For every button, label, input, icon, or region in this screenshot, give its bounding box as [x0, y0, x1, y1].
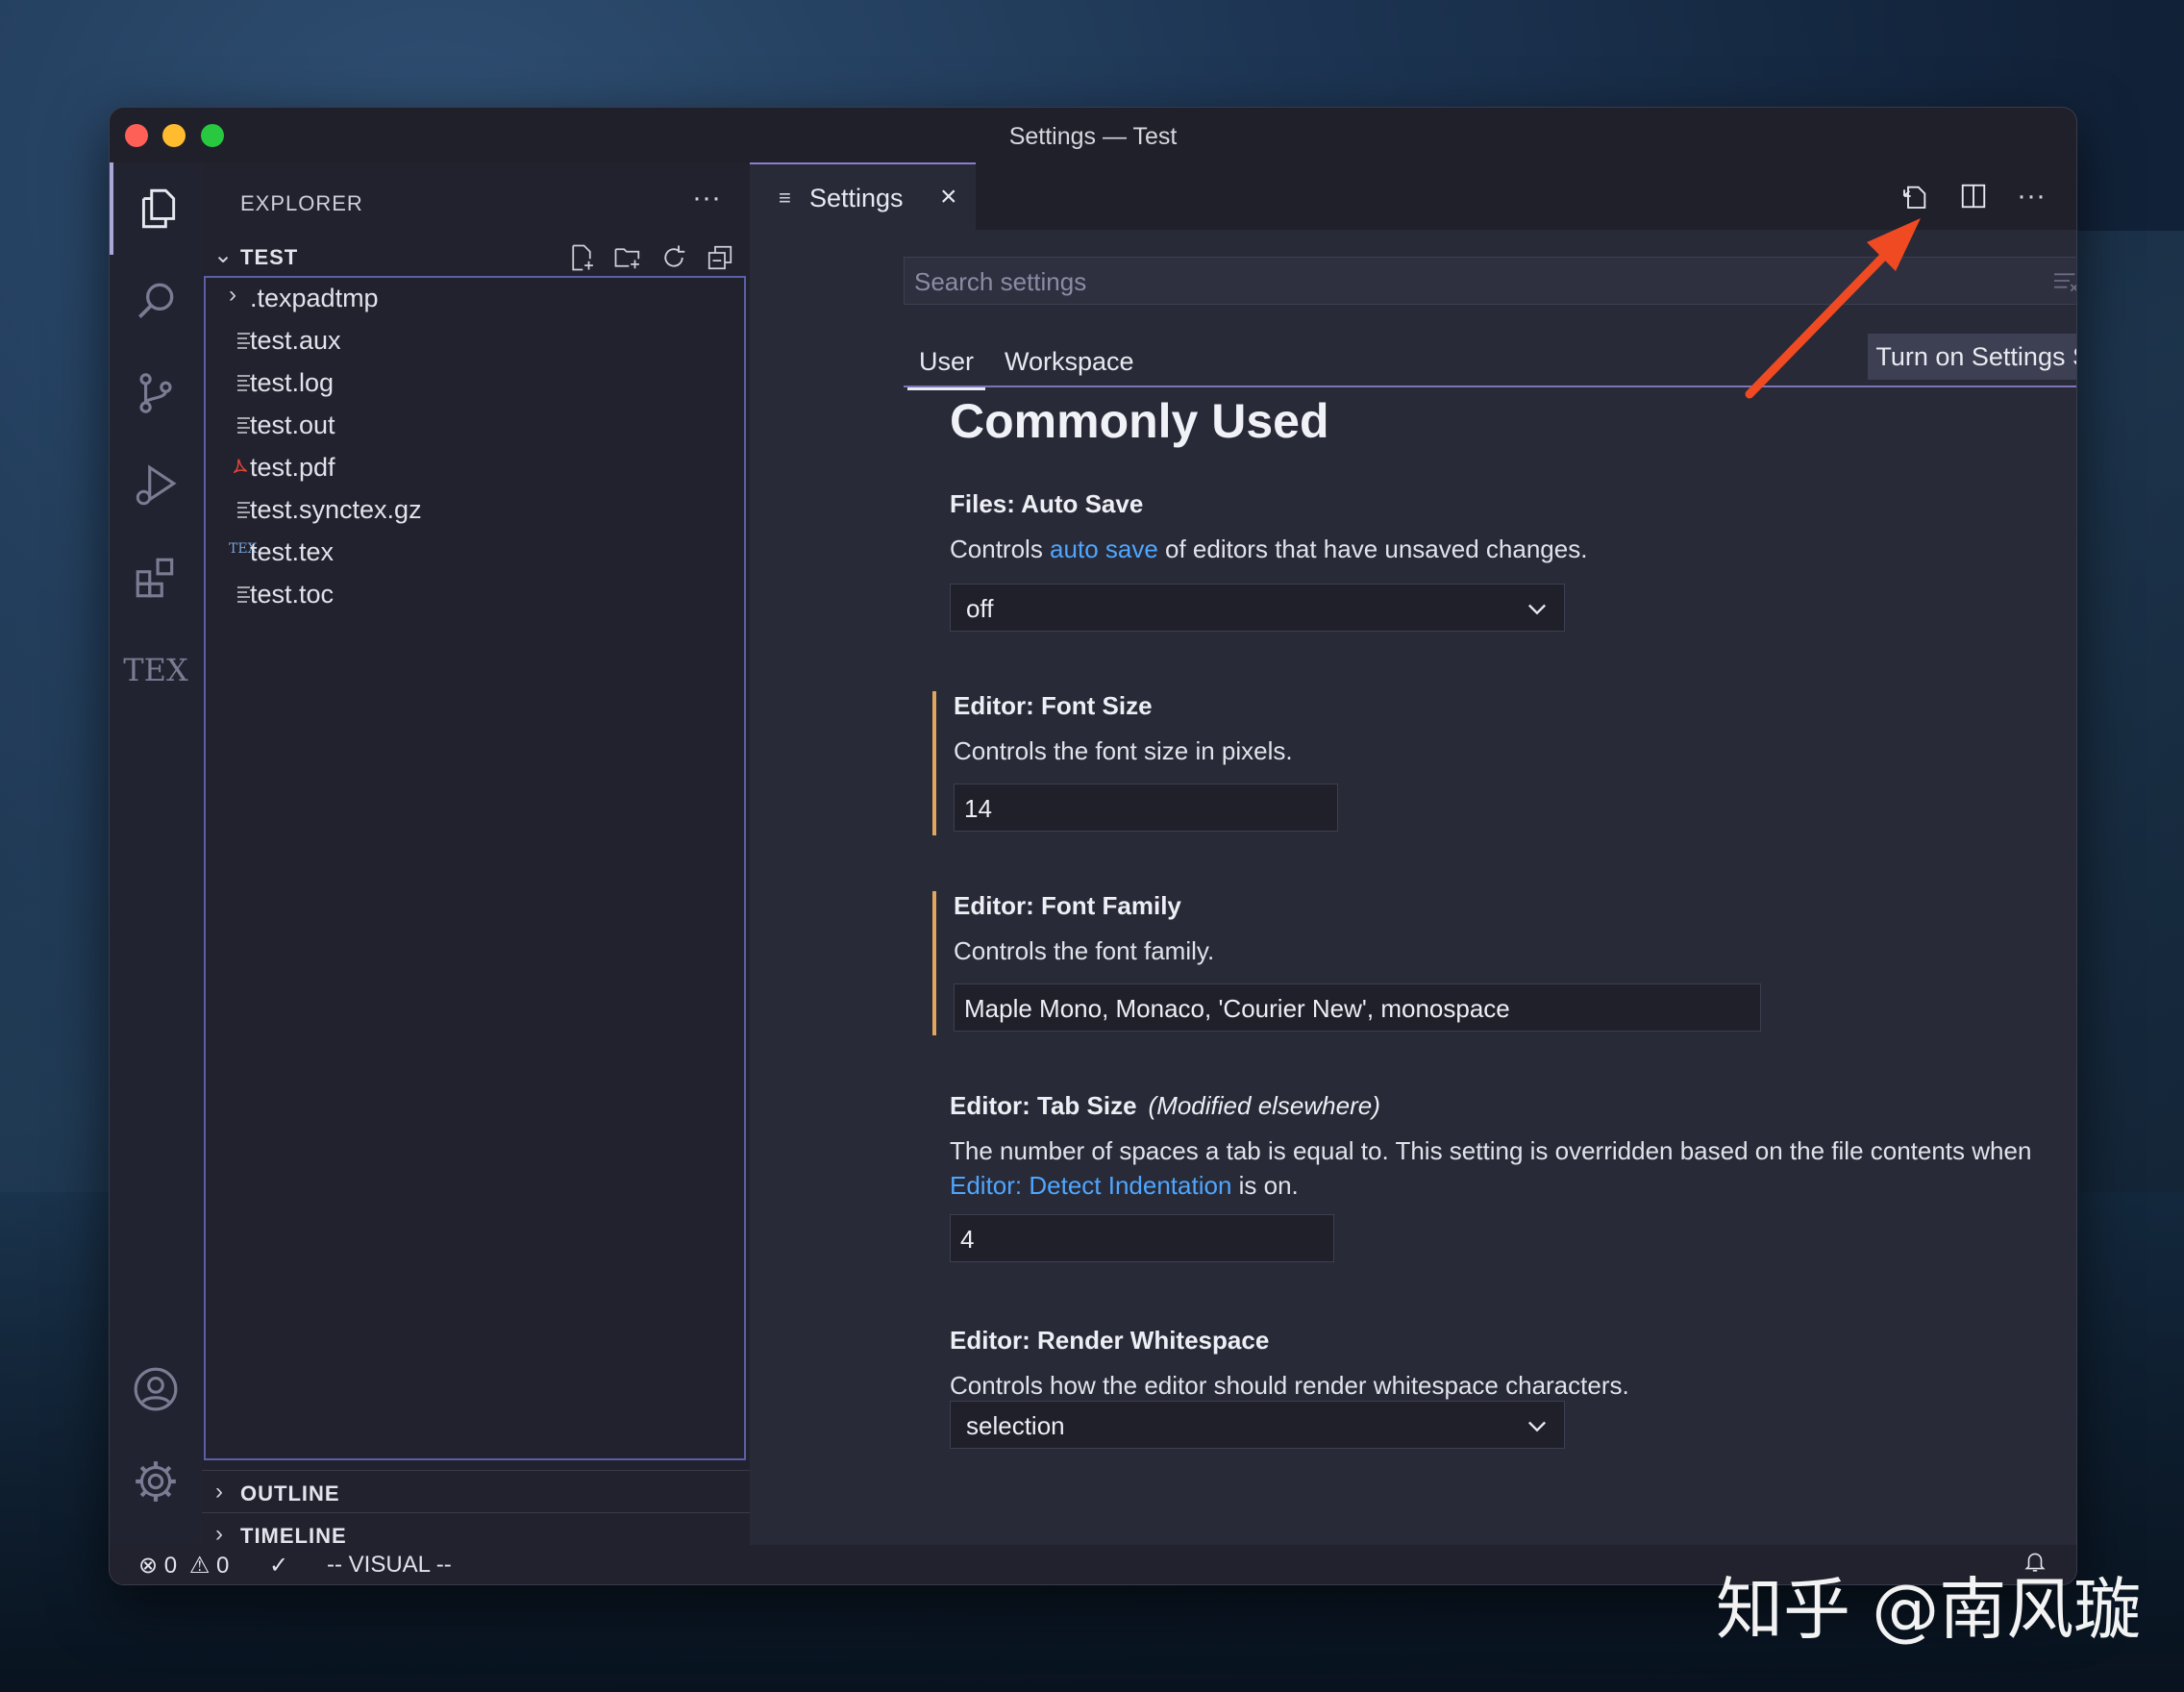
problems-status[interactable]: ⊗ 0 ⚠ 0: [138, 1552, 229, 1580]
settings-list: Commonly Used Files: Auto Save Controls …: [750, 393, 2076, 1545]
outline-section[interactable]: › OUTLINE: [202, 1470, 750, 1513]
more-icon[interactable]: ···: [692, 182, 721, 214]
tree-item-out[interactable]: test.out: [206, 405, 744, 447]
vim-mode: -- VISUAL --: [327, 1552, 452, 1578]
settings-search: [904, 257, 2076, 306]
setting-font-size: Editor: Font Size Controls the font size…: [932, 691, 2071, 835]
editor-area: ≡ Settings × ··· User Workspace Turn on …: [750, 162, 2076, 1545]
tree-item-texpadtmp[interactable]: › .texpadtmp: [206, 278, 744, 320]
search-icon: [138, 283, 174, 318]
render-whitespace-select[interactable]: selection: [950, 1401, 1565, 1449]
setting-description: Controls auto save of editors that have …: [950, 535, 1588, 563]
tex-icon: TEX: [123, 652, 188, 688]
new-folder-icon[interactable]: [611, 241, 644, 274]
extensions-icon: [136, 558, 174, 598]
watermark: 知乎 @南风璇: [1716, 1570, 2142, 1649]
tab-bar: ≡ Settings × ···: [750, 162, 2076, 230]
modified-elsewhere-note[interactable]: (Modified elsewhere): [1149, 1091, 1380, 1120]
tree-item-tex[interactable]: TEX test.tex: [206, 532, 744, 574]
chevron-right-icon: ›: [215, 1521, 223, 1547]
title-bar: Settings — Test: [110, 108, 2076, 162]
auto-save-select[interactable]: off: [950, 584, 1565, 632]
tab-user[interactable]: User: [906, 347, 986, 390]
font-size-input[interactable]: 14: [954, 784, 1338, 832]
new-file-icon[interactable]: [565, 241, 598, 274]
error-icon: ⊗: [138, 1553, 159, 1579]
vscode-window: Settings — Test TEX EXPLORER ··· ⌄ TEST …: [109, 107, 2077, 1585]
activity-bar: TEX: [110, 162, 202, 1545]
tab-workspace[interactable]: Workspace: [1005, 347, 1134, 377]
accounts-activity[interactable]: [110, 1343, 202, 1435]
folder-header[interactable]: ⌄ TEST: [202, 236, 750, 278]
folder-name: TEST: [240, 245, 299, 269]
auto-save-link[interactable]: auto save: [1050, 535, 1158, 563]
scope-tabs: User Workspace Turn on Settings Sync: [904, 316, 2076, 390]
pdf-icon: [233, 459, 248, 474]
collapse-all-icon[interactable]: [704, 241, 736, 274]
account-icon: [134, 1367, 178, 1411]
font-family-input[interactable]: Maple Mono, Monaco, 'Courier New', monos…: [954, 983, 1761, 1032]
detect-indentation-link[interactable]: Editor: Detect Indentation: [950, 1171, 1231, 1200]
setting-font-family: Editor: Font Family Controls the font fa…: [932, 891, 2071, 1035]
setting-auto-save: Files: Auto Save Controls auto save of e…: [932, 489, 2067, 634]
settings-lines-icon: ≡: [779, 186, 791, 210]
setting-render-whitespace: Editor: Render Whitespace Controls how t…: [932, 1326, 2067, 1470]
tree-item-aux[interactable]: test.aux: [206, 320, 744, 362]
chevron-down-icon: ⌄: [213, 242, 234, 268]
extensions-activity[interactable]: [110, 532, 202, 624]
chevron-right-icon: ›: [229, 282, 236, 308]
tab-settings[interactable]: ≡ Settings ×: [750, 162, 976, 230]
refresh-icon[interactable]: [658, 241, 690, 274]
explorer-activity[interactable]: [110, 162, 202, 255]
chevron-down-icon: [1528, 1421, 1546, 1432]
warning-icon: ⚠: [188, 1553, 211, 1579]
tex-activity[interactable]: TEX: [110, 624, 202, 716]
settings-sync-button[interactable]: Turn on Settings Sync: [1868, 334, 2076, 380]
setting-description: The number of spaces a tab is equal to. …: [950, 1136, 2032, 1200]
chevron-right-icon: ›: [215, 1479, 223, 1505]
run-debug-activity[interactable]: [110, 439, 202, 532]
file-tree: › .texpadtmp test.aux test.log test.out …: [204, 276, 746, 1460]
tree-item-pdf[interactable]: test.pdf: [206, 447, 744, 489]
close-tab-icon[interactable]: ×: [940, 181, 957, 213]
window-title: Settings — Test: [1008, 123, 1178, 150]
tab-size-input[interactable]: 4: [950, 1214, 1334, 1262]
search-activity[interactable]: [110, 255, 202, 347]
tree-item-toc[interactable]: test.toc: [206, 574, 744, 616]
gear-icon: [136, 1461, 176, 1502]
run-debug-icon: [136, 464, 177, 506]
source-control-icon: [139, 373, 172, 413]
check-icon[interactable]: ✓: [269, 1552, 288, 1580]
clear-filter-icon[interactable]: [2050, 265, 2076, 301]
section-heading: Commonly Used: [950, 394, 1329, 448]
explorer-title: EXPLORER: [240, 191, 363, 215]
source-control-activity[interactable]: [110, 347, 202, 439]
explorer-sidebar: EXPLORER ··· ⌄ TEST › .texpadtmp test.au…: [202, 162, 750, 1548]
tree-item-synctex[interactable]: test.synctex.gz: [206, 489, 744, 532]
tree-item-log[interactable]: test.log: [206, 362, 744, 405]
files-icon: [141, 188, 176, 229]
chevron-down-icon: [1528, 604, 1546, 615]
open-settings-json-icon[interactable]: [1899, 180, 1932, 212]
split-editor-icon[interactable]: [1957, 180, 1990, 212]
manage-activity[interactable]: [110, 1435, 202, 1528]
setting-tab-size: Editor: Tab Size (Modified elsewhere) The…: [932, 1091, 2067, 1274]
search-input[interactable]: [912, 258, 2050, 306]
more-actions-icon[interactable]: ···: [2015, 180, 2048, 212]
